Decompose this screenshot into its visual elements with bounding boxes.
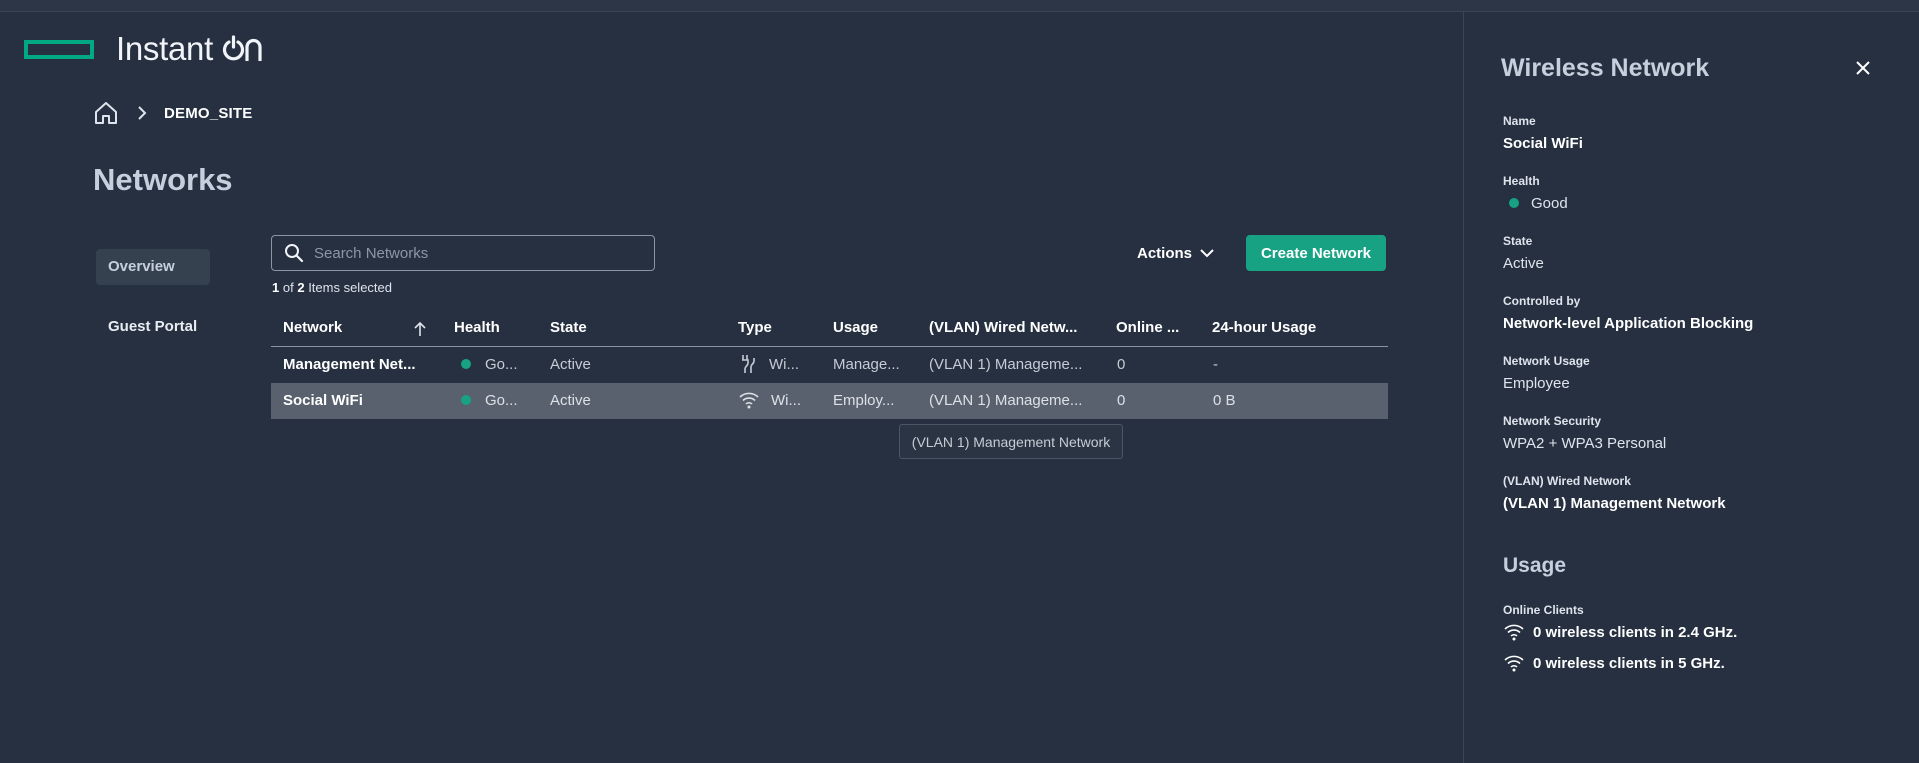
network-usage-label: Network Usage <box>1503 354 1590 368</box>
column-state[interactable]: State <box>550 313 640 347</box>
cell-online: 0 <box>1117 356 1126 373</box>
app-name: Instant <box>116 30 213 67</box>
selection-count: 1 of 2 Items selected <box>272 280 392 295</box>
network-security-label: Network Security <box>1503 414 1602 428</box>
sort-ascending-icon[interactable] <box>413 321 427 342</box>
breadcrumb: DEMO_SITE <box>92 99 252 127</box>
vlan-tooltip: (VLAN 1) Management Network <box>899 424 1123 459</box>
actions-label: Actions <box>1137 244 1193 262</box>
controlled-by-value: Network-level Application Blocking <box>1503 315 1754 332</box>
column-health[interactable]: Health <box>454 313 544 347</box>
status-good-icon <box>1509 198 1519 209</box>
search-input[interactable] <box>314 244 634 262</box>
search-icon <box>285 244 304 263</box>
health-label: Health <box>1503 174 1540 188</box>
status-good-icon <box>461 395 471 406</box>
clients-24ghz-text: 0 wireless clients in 2.4 GHz. <box>1533 623 1738 641</box>
cell-vlan: (VLAN 1) Manageme... <box>929 356 1083 373</box>
networks-table: Network Health State Type Usage (VLAN) W… <box>271 313 1388 419</box>
column-network[interactable]: Network <box>283 313 423 347</box>
selected-count: 1 <box>272 280 280 295</box>
details-panel: Wireless Network Name Social WiFi Health… <box>1463 12 1919 763</box>
cell-state: Active <box>550 392 591 409</box>
name-value: Social WiFi <box>1503 135 1583 152</box>
selection-of: of <box>282 280 294 295</box>
search-box[interactable] <box>271 235 655 271</box>
cell-online: 0 <box>1117 392 1126 409</box>
cell-type: Wi... <box>739 347 819 383</box>
column-24h-usage[interactable]: 24-hour Usage <box>1212 313 1362 347</box>
clients-5ghz-text: 0 wireless clients in 5 GHz. <box>1533 654 1725 672</box>
power-on-icon <box>221 34 265 64</box>
usage-section-title: Usage <box>1503 554 1567 577</box>
clients-5ghz: 0 wireless clients in 5 GHz. <box>1503 654 1725 672</box>
wifi-icon <box>1504 655 1524 672</box>
wifi-icon <box>1504 624 1524 641</box>
cell-health: Go... <box>461 383 541 419</box>
column-online[interactable]: Online ... <box>1116 313 1196 347</box>
wired-network-label: (VLAN) Wired Network <box>1503 474 1631 488</box>
state-label: State <box>1503 234 1533 248</box>
cell-usage: Employ... <box>833 392 895 409</box>
page-title: Networks <box>93 162 233 197</box>
cell-24h-usage: 0 B <box>1213 392 1236 409</box>
tab-overview[interactable]: Overview <box>96 249 210 285</box>
cell-health: Go... <box>461 347 541 383</box>
wifi-icon <box>739 392 759 409</box>
cell-network: Management Net... <box>283 356 416 373</box>
top-bar <box>0 0 1919 12</box>
cell-network: Social WiFi <box>283 392 363 409</box>
hpe-logo-icon <box>24 39 94 59</box>
type-text: Wi... <box>771 392 801 409</box>
column-type[interactable]: Type <box>738 313 818 347</box>
status-good-icon <box>461 359 471 370</box>
table-row[interactable]: Management Net... Go... Active Wi... Man… <box>271 347 1388 383</box>
chevron-down-icon <box>1200 249 1214 258</box>
tab-guest-portal[interactable]: Guest Portal <box>96 309 209 345</box>
table-header: Network Health State Type Usage (VLAN) W… <box>271 313 1388 347</box>
state-value: Active <box>1503 255 1544 272</box>
table-row-selected[interactable]: Social WiFi Go... Active Wi... Employ...… <box>271 383 1388 419</box>
create-network-button[interactable]: Create Network <box>1246 235 1386 271</box>
online-clients-label: Online Clients <box>1503 603 1584 617</box>
total-count: 2 <box>297 280 305 295</box>
selection-suffix: Items selected <box>308 280 393 295</box>
health-value: Good <box>1503 195 1568 212</box>
network-usage-value: Employee <box>1503 375 1570 392</box>
name-label: Name <box>1503 114 1536 128</box>
cell-usage: Manage... <box>833 356 900 373</box>
controlled-by-label: Controlled by <box>1503 294 1581 308</box>
chevron-right-icon <box>136 106 150 120</box>
column-usage[interactable]: Usage <box>833 313 913 347</box>
wired-network-value: (VLAN 1) Management Network <box>1503 495 1726 512</box>
cell-type: Wi... <box>739 383 819 419</box>
app-logo[interactable]: Instant <box>24 30 265 68</box>
breadcrumb-site[interactable]: DEMO_SITE <box>164 105 252 122</box>
health-text: Go... <box>485 356 518 373</box>
type-text: Wi... <box>769 356 799 373</box>
column-vlan[interactable]: (VLAN) Wired Netw... <box>929 313 1109 347</box>
network-security-value: WPA2 + WPA3 Personal <box>1503 435 1667 452</box>
wired-icon <box>742 354 755 373</box>
actions-button[interactable]: Actions <box>1137 240 1214 266</box>
close-icon[interactable] <box>1851 56 1875 80</box>
cell-state: Active <box>550 356 591 373</box>
panel-title: Wireless Network <box>1501 54 1710 82</box>
clients-24ghz: 0 wireless clients in 2.4 GHz. <box>1503 623 1737 641</box>
cell-24h-usage: - <box>1213 356 1218 373</box>
cell-vlan: (VLAN 1) Manageme... <box>929 392 1083 409</box>
home-icon[interactable] <box>92 99 120 127</box>
health-text: Good <box>1531 195 1568 212</box>
health-text: Go... <box>485 392 518 409</box>
